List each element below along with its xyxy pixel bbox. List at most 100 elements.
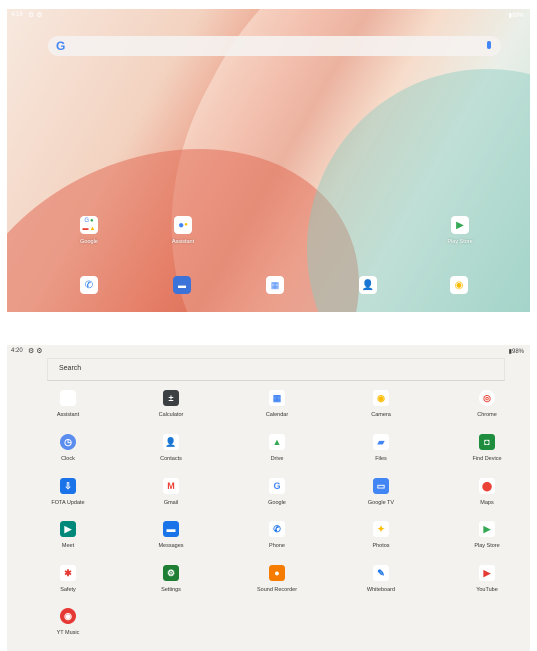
calendar-icon: ▦ — [269, 390, 285, 406]
app-find-device[interactable]: ◘ Find Device — [447, 434, 527, 462]
app-label: Drive — [270, 456, 284, 462]
sound-recorder-icon: ● — [269, 565, 285, 581]
app-label: Find Device — [472, 456, 502, 462]
assistant-icon: ● ● — [174, 216, 192, 234]
app-fota-update[interactable]: ⇩ FOTA Update — [28, 478, 108, 506]
messages-icon: ▬ — [163, 521, 179, 537]
drive-icon: ▲ — [269, 434, 285, 450]
dock-messages-icon[interactable]: ▬ — [173, 276, 191, 294]
play-store-icon: ▶ — [451, 216, 469, 234]
assistant-icon: ● — [60, 390, 76, 406]
google-tv-icon: ▭ — [373, 478, 389, 494]
app-drawer-screen: 4:20 ⚙⚙ ▮98% Search ● Assistant ± Calculato… — [7, 345, 530, 651]
app-label: Whiteboard — [366, 587, 396, 593]
files-icon: ▰ — [373, 434, 389, 450]
google-icon: G — [269, 478, 285, 494]
status-gear-icon: ⚙⚙ — [28, 12, 45, 19]
app-label: Photos — [372, 543, 390, 549]
app-label: Settings — [161, 587, 181, 593]
app-phone[interactable]: ✆ Phone — [237, 521, 317, 549]
whiteboard-icon: ✎ — [373, 565, 389, 581]
app-calculator[interactable]: ± Calculator — [131, 390, 211, 418]
youtube-icon: ▶ — [479, 565, 495, 581]
app-camera[interactable]: ◉ Camera — [341, 390, 421, 418]
dock-contacts-icon[interactable]: 👤 — [359, 276, 377, 294]
app-label: Meet — [61, 543, 75, 549]
google-g-icon: G — [56, 39, 66, 53]
google-search-bar[interactable]: G — [48, 36, 501, 56]
app-label: Safety — [60, 587, 76, 593]
home-app-assistant[interactable]: ● ● Assistant — [153, 216, 213, 245]
app-label: YouTube — [476, 587, 498, 593]
app-label: Assistant — [56, 412, 80, 418]
app-label: Contacts — [160, 456, 182, 462]
app-label: Gmail — [163, 500, 179, 506]
clock-icon: ◷ — [60, 434, 76, 450]
app-google-tv[interactable]: ▭ Google TV — [341, 478, 421, 506]
app-meet[interactable]: ▶ Meet — [28, 521, 108, 549]
app-label: Maps — [480, 500, 494, 506]
home-app-label: Play Store — [447, 239, 473, 245]
app-label: Files — [375, 456, 387, 462]
app-google[interactable]: G Google — [237, 478, 317, 506]
play-store-icon: ▶ — [479, 521, 495, 537]
app-label: YT Music — [56, 630, 80, 636]
app-calendar[interactable]: ▦ Calendar — [237, 390, 317, 418]
status-battery: ▮99% — [508, 13, 524, 19]
camera-icon: ◉ — [373, 390, 389, 406]
app-label: Clock — [61, 456, 75, 462]
battery-level: 99% — [511, 13, 524, 19]
settings-icon: ⚙ — [163, 565, 179, 581]
app-gmail[interactable]: M Gmail — [131, 478, 211, 506]
app-safety[interactable]: ✱ Safety — [28, 565, 108, 593]
google-folder-icon: G ● ▬ ▲ — [80, 216, 98, 234]
app-settings[interactable]: ⚙ Settings — [131, 565, 211, 593]
app-photos[interactable]: ✦ Photos — [341, 521, 421, 549]
dock-phone-icon[interactable]: ✆ — [80, 276, 98, 294]
app-play-store[interactable]: ▶ Play Store — [447, 521, 527, 549]
status-time: 4:16 — [11, 12, 23, 18]
status-gear-icon: ⚙⚙ — [28, 348, 45, 355]
search-placeholder: Search — [59, 365, 82, 372]
app-youtube[interactable]: ▶ YouTube — [447, 565, 527, 593]
phone-icon: ✆ — [269, 521, 285, 537]
home-app-google-folder[interactable]: G ● ▬ ▲ Google — [59, 216, 119, 245]
app-chrome[interactable]: ◎ Chrome — [447, 390, 527, 418]
status-time: 4:20 — [11, 348, 23, 354]
chrome-icon: ◎ — [479, 390, 495, 406]
app-search-input[interactable]: Search — [47, 358, 505, 381]
app-whiteboard[interactable]: ✎ Whiteboard — [341, 565, 421, 593]
app-files[interactable]: ▰ Files — [341, 434, 421, 462]
home-app-label: Assistant — [171, 239, 195, 245]
app-label: Play Store — [474, 543, 500, 549]
app-yt-music[interactable]: ◉ YT Music — [28, 608, 108, 636]
app-label: Camera — [371, 412, 391, 418]
app-label: Phone — [269, 543, 285, 549]
contacts-icon: 👤 — [163, 434, 179, 450]
app-sound-recorder[interactable]: ● Sound Recorder — [237, 565, 317, 593]
app-label: Google TV — [367, 500, 395, 506]
gmail-icon: M — [163, 478, 179, 494]
dock-camera-icon[interactable]: ◉ — [450, 276, 468, 294]
home-app-play-store[interactable]: ▶ Play Store — [430, 216, 490, 245]
status-battery: ▮98% — [508, 349, 524, 355]
app-contacts[interactable]: 👤 Contacts — [131, 434, 211, 462]
app-label: Calendar — [265, 412, 289, 418]
calculator-icon: ± — [163, 390, 179, 406]
status-bar: 4:16 ⚙⚙ ▮99% — [7, 9, 530, 21]
dock-calendar-icon[interactable]: ▦ — [266, 276, 284, 294]
fota-update-icon: ⇩ — [60, 478, 76, 494]
app-assistant[interactable]: ● Assistant — [28, 390, 108, 418]
battery-level: 98% — [511, 349, 524, 355]
app-label: Google — [268, 500, 286, 506]
home-app-label: Google — [80, 239, 98, 245]
app-maps[interactable]: ⬤ Maps — [447, 478, 527, 506]
microphone-icon[interactable] — [487, 41, 491, 49]
find-device-icon: ◘ — [479, 434, 495, 450]
app-drive[interactable]: ▲ Drive — [237, 434, 317, 462]
app-label: Sound Recorder — [256, 587, 298, 593]
app-clock[interactable]: ◷ Clock — [28, 434, 108, 462]
app-messages[interactable]: ▬ Messages — [131, 521, 211, 549]
home-screen: 4:16 ⚙⚙ ▮99% G G ● ▬ ▲ Google ● ● Assistant … — [7, 9, 530, 312]
app-label: Messages — [158, 543, 184, 549]
